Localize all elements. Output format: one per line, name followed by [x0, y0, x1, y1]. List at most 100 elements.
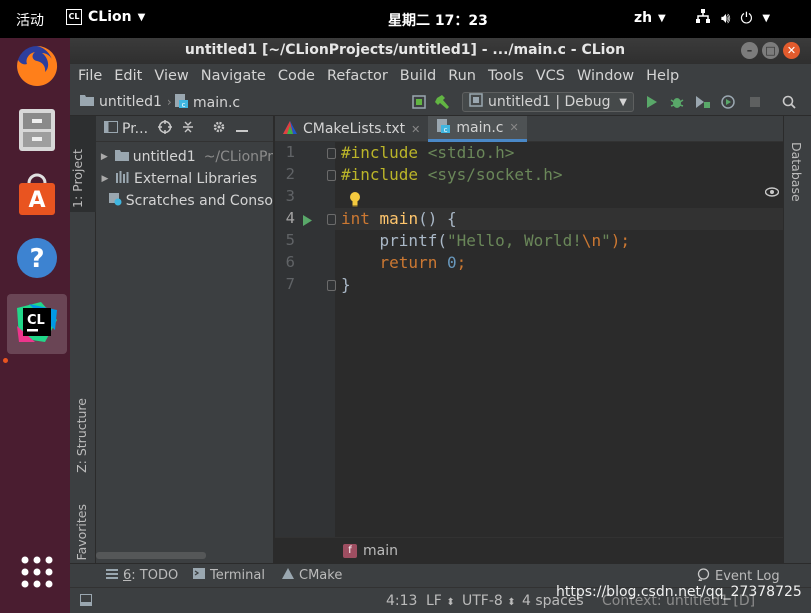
close-tab-icon[interactable]: ✕: [411, 123, 420, 136]
fold-marker-icon[interactable]: [327, 280, 336, 291]
code-token: (: [437, 231, 447, 250]
system-tray[interactable]: 🔊︎ ⏻ ▼: [695, 8, 770, 28]
dock-firefox[interactable]: [7, 38, 67, 98]
tool-tab-structure[interactable]: Z: Structure: [74, 398, 89, 473]
tool-tab-cmake[interactable]: CMake: [282, 568, 342, 583]
close-tab-icon[interactable]: ✕: [510, 121, 519, 134]
tree-item-scratches[interactable]: Scratches and Conso: [96, 190, 273, 212]
fold-marker-icon[interactable]: [327, 214, 336, 225]
code-token: "Hello, World!: [446, 231, 582, 250]
close-button[interactable]: ✕: [783, 42, 800, 59]
right-tool-strip: Database: [783, 116, 811, 563]
menu-window[interactable]: Window: [573, 68, 638, 84]
menu-navigate[interactable]: Navigate: [197, 68, 270, 84]
reader-mode-icon[interactable]: [764, 182, 780, 201]
event-log-icon: [697, 568, 710, 585]
dock-help[interactable]: ?: [7, 230, 67, 290]
code-token: <stdio.h>: [418, 143, 515, 162]
clion-window: untitled1 [~/CLionProjects/untitled1] - …: [70, 38, 811, 613]
gear-icon[interactable]: [212, 120, 226, 138]
input-method-indicator[interactable]: zh: [634, 10, 652, 26]
search-icon[interactable]: [780, 93, 798, 111]
run-with-valgrind-icon[interactable]: [694, 93, 712, 111]
menu-edit[interactable]: Edit: [110, 68, 146, 84]
svg-text:?: ?: [29, 244, 44, 274]
tool-tab-terminal[interactable]: Terminal: [193, 568, 265, 583]
show-applications-button[interactable]: [7, 544, 67, 604]
tab-label: CMakeLists.txt: [303, 121, 406, 137]
firefox-icon: [13, 42, 61, 94]
cmake-target-icon: [469, 93, 483, 111]
build-project-icon[interactable]: [410, 93, 428, 111]
code-breadcrumb[interactable]: f main: [275, 537, 783, 563]
fold-marker-icon[interactable]: [327, 170, 336, 181]
breadcrumb-file[interactable]: c main.c: [174, 94, 240, 112]
tree-item-external-libraries[interactable]: ▶ External Libraries: [96, 168, 273, 190]
window-titlebar[interactable]: untitled1 [~/CLionProjects/untitled1] - …: [70, 38, 811, 64]
collapse-all-icon[interactable]: [182, 120, 194, 138]
navigation-bar: untitled1 › c main.c untitled1 | Debug ▼: [70, 88, 811, 116]
line-separator[interactable]: LF ⬍: [426, 593, 455, 609]
locate-file-icon[interactable]: [158, 119, 173, 138]
profiler-icon[interactable]: [719, 93, 737, 111]
code-line-1: #include <stdio.h>: [341, 142, 514, 164]
menu-view[interactable]: View: [150, 68, 192, 84]
menu-refactor[interactable]: Refactor: [323, 68, 392, 84]
chevron-down-icon[interactable]: ▼: [658, 13, 666, 24]
maximize-button[interactable]: □: [762, 42, 779, 59]
help-icon: ?: [15, 236, 59, 284]
volume-icon: 🔊︎: [721, 9, 731, 27]
menu-build[interactable]: Build: [396, 68, 440, 84]
debug-icon[interactable]: [668, 93, 686, 111]
tool-tab-todo[interactable]: 6: TODO: [106, 568, 178, 583]
minimize-button[interactable]: –: [741, 42, 758, 59]
run-configuration-select[interactable]: untitled1 | Debug ▼: [462, 92, 634, 112]
tab-main-c[interactable]: c main.c ✕: [428, 116, 527, 142]
hide-panel-icon[interactable]: [236, 121, 249, 137]
menu-help[interactable]: Help: [642, 68, 683, 84]
chevron-down-icon: ▼: [137, 11, 146, 23]
expand-arrow-icon[interactable]: ▶: [98, 152, 111, 162]
function-icon: f: [343, 543, 357, 558]
dock-software[interactable]: A: [7, 166, 67, 226]
activities-button[interactable]: 活动: [16, 10, 44, 30]
project-view-selector[interactable]: Pr...: [104, 120, 148, 137]
menu-file[interactable]: File: [74, 68, 106, 84]
menu-run[interactable]: Run: [444, 68, 480, 84]
dock-clion[interactable]: CL: [7, 294, 67, 354]
tab-cmakelists[interactable]: CMakeLists.txt ✕: [275, 116, 428, 142]
expand-arrow-icon[interactable]: ▶: [98, 174, 112, 184]
stop-icon[interactable]: [746, 93, 764, 111]
fold-marker-icon[interactable]: [327, 148, 336, 159]
run-icon[interactable]: [643, 93, 661, 111]
code-line-7: }: [341, 275, 351, 294]
code-editor[interactable]: 1 2 3 4 5 6 7 #include <stdio.h> #includ…: [275, 142, 783, 537]
file-encoding[interactable]: UTF-8 ⬍: [462, 593, 516, 609]
caret-position[interactable]: 4:13: [386, 593, 417, 609]
shopping-bag-icon: A: [15, 171, 59, 221]
tree-item-untitled1[interactable]: ▶ untitled1 ~/CLionPr: [96, 146, 273, 168]
run-gutter-icon[interactable]: [302, 212, 313, 231]
tool-tab-project[interactable]: 1: Project: [70, 116, 96, 212]
watermark-url: https://blog.csdn.net/qq_27378725: [556, 584, 802, 600]
menu-vcs[interactable]: VCS: [532, 68, 569, 84]
menu-tools[interactable]: Tools: [484, 68, 528, 84]
dock-files[interactable]: [7, 102, 67, 162]
breadcrumb-project[interactable]: untitled1 ›: [80, 94, 172, 110]
horizontal-scrollbar[interactable]: [96, 552, 206, 559]
line-number: 4: [285, 209, 295, 227]
tool-tab-database[interactable]: Database: [789, 142, 804, 202]
clion-icon: CL: [15, 300, 59, 348]
hammer-icon[interactable]: [434, 93, 452, 111]
toggle-tool-windows-icon[interactable]: [80, 594, 92, 610]
gnome-top-bar: 活动 CL CLion ▼ 星期二 17：23 zh ▼ 🔊︎ ⏻ ▼: [0, 0, 811, 38]
list-icon: [106, 568, 118, 583]
tool-tab-event-log[interactable]: Event Log: [697, 568, 780, 585]
app-menu[interactable]: CL CLion ▼: [66, 9, 145, 25]
file-encoding-label: UTF-8: [462, 593, 503, 609]
clock[interactable]: 星期二 17：23: [388, 10, 488, 30]
menu-code[interactable]: Code: [274, 68, 319, 84]
event-log-label: Event Log: [715, 569, 780, 584]
libraries-icon: [116, 171, 130, 187]
